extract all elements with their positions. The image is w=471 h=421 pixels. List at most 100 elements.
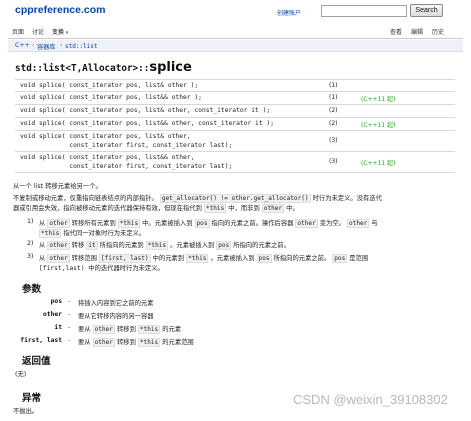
param-name: other [43,311,62,318]
param-desc: 要从它转移内容的另一容器 [78,311,154,320]
declaration-since: (C++11 起) [361,96,396,103]
param-desc-text: 转移到 [116,339,136,346]
item-text: 从 [39,255,46,262]
declaration-code: void splice( const_iterator pos, list& o… [20,82,199,89]
inline-code: pos [194,219,210,228]
item-text: 是范围 [349,255,369,262]
item-text: 。元素被插入到 [210,255,255,262]
tabs-bar: 页面 讨论 变换 查看 编辑 历史 [8,25,463,39]
item-text: 转移范围 [71,255,97,262]
declaration-row: void splice( const_iterator pos, list&& … [15,117,455,130]
inline-code: other [92,338,115,347]
watermark: CSDN @weixin_39108302 [293,392,448,407]
item-text: 从 [39,242,46,249]
item-text: 中。元素被插入到 [142,220,193,227]
page-title-name: splice [149,60,192,75]
param-desc-text: 的元素 [162,326,182,333]
inline-code: pos [256,254,272,263]
page-title-prefix: std::list<T,Allocator>:: [15,63,150,74]
inline-code: pos [216,241,232,250]
param-desc-text: 的元素范围 [162,339,194,346]
description-text: 中。 [286,205,299,212]
item-text: 。元素被插入到 [170,242,215,249]
create-account-link[interactable]: 创建账户 [277,8,301,17]
param-desc-text: 要从它转移内容的另一容器 [78,313,154,320]
declaration-number: (2) [329,120,338,127]
tab-variant[interactable]: 变换 [52,27,68,36]
inline-code: other [47,219,70,228]
declaration-number: (2) [329,107,338,114]
inline-code: other [261,204,285,213]
parameters-heading: 参数 [22,284,42,295]
item-number: 2) [27,240,34,247]
tab-history[interactable]: 历史 [432,27,444,36]
site-logo[interactable]: cppreference.com [15,4,105,16]
param-dash: - [68,324,71,331]
param-dash: - [68,337,71,344]
declaration-row: void splice( const_iterator pos, list& o… [15,79,455,91]
item-number: 1) [27,218,34,225]
inline-code: pos [332,254,348,263]
breadcrumb-containers[interactable]: 容器库 [37,42,56,51]
declaration-code: void splice( const_iterator pos, list& o… [20,107,271,114]
breadcrumb: C++ ‹ 容器库 ‹ std::list [8,40,463,52]
description-text: 器或引用会失效，指向被移动元素的迭代器保持有效，但现在指代到 [13,205,202,212]
item-line: 从 other 转移所有元素到 *this 中。元素被插入到 pos 指向的元素… [39,218,378,228]
search-input[interactable] [321,5,407,17]
item-text: 转移所有元素到 [71,220,116,227]
tab-edit[interactable]: 编辑 [411,27,423,36]
return-value-heading: 返回值 [22,356,51,367]
description-text: 中，而非到 [228,205,260,212]
declaration-row: void splice( const_iterator pos, list& o… [15,104,455,117]
tab-discuss[interactable]: 讨论 [32,27,44,36]
declaration-number: (3) [329,158,338,165]
inline-code: *this [145,241,169,250]
param-desc-text: 要从 [78,339,91,346]
item-text: 从 [39,220,46,227]
inline-code: *this [186,254,209,263]
declaration-row: void splice( const_iterator pos, list&& … [15,91,455,104]
declaration-code: void splice( const_iterator pos, list&& … [20,154,233,170]
breadcrumb-std-list[interactable]: std::list [65,43,98,50]
item-text: 所指向的元素之前。 [233,242,290,249]
return-value-text: (无) [15,371,27,378]
item-line: *this 指代同一对象时行为未定义。 [39,228,146,238]
declaration-since: (C++11 起) [361,160,396,167]
intro-text: 从一个 list 转移元素给另一个。 [13,183,102,190]
item-text: 指代同一对象时行为未定义。 [63,230,146,237]
param-name: first, last [20,337,62,344]
param-name: it [54,324,62,331]
breadcrumb-separator: ‹ [32,41,35,49]
declaration-since: (C++11 起) [361,122,396,129]
declaration-row: void splice( const_iterator pos, list&& … [15,151,455,173]
item-line: [first,last) 中的迭代器时行为未定义。 [39,263,164,272]
inline-code: *this [137,325,161,334]
tab-page[interactable]: 页面 [12,27,24,36]
param-name: pos [50,298,62,305]
search-button[interactable]: Search [410,4,443,17]
declaration-code: void splice( const_iterator pos, list&& … [20,120,275,127]
param-desc: 要从 other 转移到 *this 的元素范围 [78,337,194,347]
item-text: 转移 [71,242,85,249]
item-text: [first,last) 中的迭代器时行为未定义。 [39,265,164,272]
param-desc-text: 要从 [78,326,91,333]
item-text: 所指向的元素到 [99,242,144,249]
inline-code: other [47,254,70,263]
description-text: 时行为未定义。没有迭代 [312,195,382,202]
declaration-number: (1) [329,94,338,101]
description-paragraph-line: 不复制或移动元素，仅重指向链表结点的内部指针。 get_allocator() … [13,193,382,203]
param-desc-text: 将插入内容到它之前的元素 [78,300,154,307]
inline-code: *this [203,204,227,213]
exceptions-heading: 异常 [22,393,42,404]
param-desc-text: 转移到 [116,326,136,333]
tab-view[interactable]: 查看 [390,27,402,36]
description-paragraph-line: 器或引用会失效，指向被移动元素的迭代器保持有效，但现在指代到 *this 中，而… [13,203,299,213]
inline-code: other [346,219,370,228]
description-text: 不复制或移动元素，仅重指向链表结点的内部指针。 [13,195,158,202]
breadcrumb-cpp[interactable]: C++ [15,42,30,49]
item-text: 指向的元素之前。操作后容器 [211,220,294,227]
inline-code: other [47,241,70,250]
inline-code: other [295,219,318,228]
declaration-number: (3) [329,137,338,144]
declaration-number: (1) [329,82,338,89]
